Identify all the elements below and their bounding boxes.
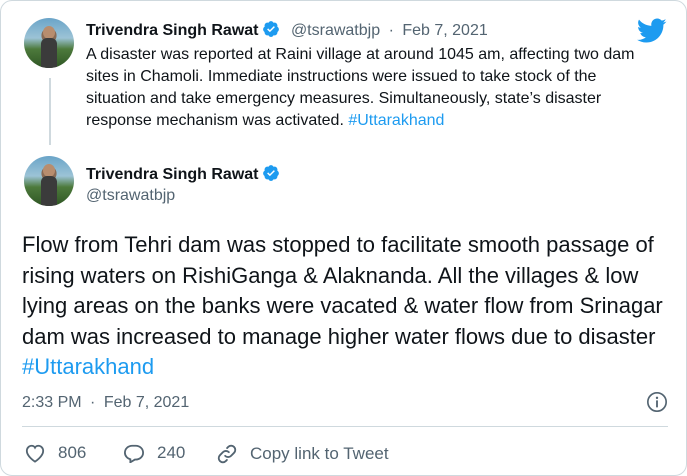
verified-badge-icon — [262, 20, 280, 43]
copy-link-button[interactable]: Copy link to Tweet — [216, 443, 389, 465]
avatar-body — [41, 176, 57, 206]
tweet-date[interactable]: Feb 7, 2021 — [402, 22, 487, 39]
verified-badge-icon — [262, 164, 280, 187]
avatar[interactable] — [24, 18, 74, 68]
thread-connector-line — [49, 78, 51, 145]
author-name[interactable]: Trivendra Singh Rawat — [86, 166, 258, 183]
copy-link-label: Copy link to Tweet — [250, 444, 389, 463]
separator: · — [90, 394, 96, 411]
heart-icon — [24, 443, 46, 463]
avatar-body — [41, 38, 57, 68]
tweet1-text: A disaster was reported at Raini village… — [86, 44, 646, 132]
author-handle[interactable]: @tsrawatbjp — [86, 187, 175, 204]
tweet-time[interactable]: 2:33 PM — [22, 394, 82, 411]
hashtag-link[interactable]: #Uttarakhand — [348, 112, 444, 129]
reply-button[interactable]: 240 — [123, 443, 185, 463]
tweet1-header: Trivendra Singh Rawat @tsrawatbjp · Feb … — [86, 20, 488, 43]
author-handle[interactable]: @tsrawatbjp — [291, 22, 380, 39]
tweet2-text: Flow from Tehri dam was stopped to facil… — [22, 230, 672, 383]
info-icon[interactable] — [646, 391, 668, 418]
reply-icon — [123, 443, 145, 463]
hashtag-link[interactable]: #Uttarakhand — [22, 354, 154, 379]
divider — [22, 426, 668, 427]
tweet2-author-name-row: Trivendra Singh Rawat — [86, 164, 280, 187]
like-count: 806 — [58, 443, 87, 462]
tweet2-handle-row: @tsrawatbjp — [86, 187, 175, 205]
author-name[interactable]: Trivendra Singh Rawat — [86, 22, 258, 39]
separator: · — [388, 22, 394, 39]
link-icon — [216, 443, 238, 465]
tweet-date[interactable]: Feb 7, 2021 — [104, 394, 189, 411]
reply-count: 240 — [157, 443, 186, 462]
tweet2-body: Flow from Tehri dam was stopped to facil… — [22, 232, 663, 349]
like-button[interactable]: 806 — [24, 443, 86, 463]
tweet-timestamp[interactable]: 2:33 PM · Feb 7, 2021 — [22, 394, 189, 412]
avatar[interactable] — [24, 156, 74, 206]
